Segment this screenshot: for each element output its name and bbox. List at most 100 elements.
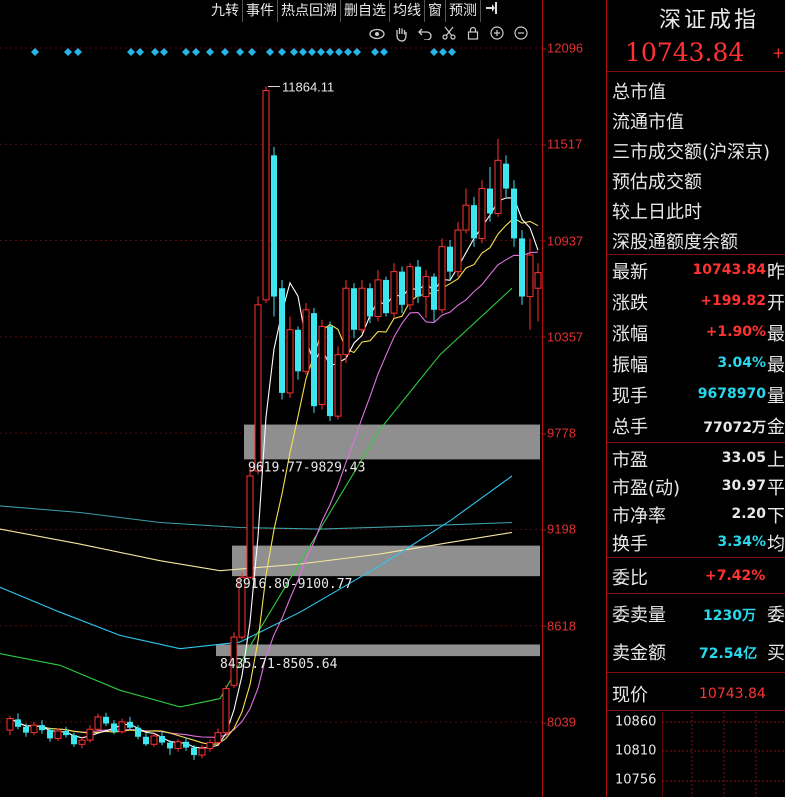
price-axis-tick: 12096 <box>541 40 584 56</box>
toolbar-moving-average[interactable]: 均线 <box>390 0 425 22</box>
candle-body-down <box>191 747 197 756</box>
candle-body-up <box>438 246 446 311</box>
quote-row-value: +199.82 <box>700 293 766 309</box>
candle-body-up <box>454 229 462 273</box>
kline-chart[interactable]: 11864.11 9619.77-9829.43 8916.80-9100.77 84… <box>0 0 542 797</box>
price-axis-tick: 11517 <box>541 136 583 152</box>
weimailiang-label: 委卖量 <box>612 605 666 626</box>
candle-body-up <box>198 747 206 756</box>
candle-body-down <box>167 742 173 749</box>
gap-range-label: 8916.80-9100.77 <box>235 577 352 592</box>
toolbar-forecast[interactable]: 预测 <box>446 0 481 22</box>
maijine-tail: 买 <box>767 643 785 664</box>
candle-body-down <box>63 730 69 736</box>
undo-icon[interactable] <box>416 26 434 46</box>
candle-body-up <box>494 159 502 214</box>
candle-body-up <box>206 742 214 749</box>
market-info-label: 预估成交额 <box>612 172 702 193</box>
candle-body-up <box>94 716 102 730</box>
toolbar-events[interactable]: 事件 <box>243 0 278 22</box>
quote-row-tail: 最 <box>767 324 785 345</box>
candle-body-down <box>487 188 493 214</box>
candle-body-up <box>374 279 382 317</box>
candle-body-down <box>447 246 453 272</box>
mini-intraday-chart[interactable] <box>662 712 785 797</box>
candle-body-up <box>358 287 366 331</box>
index-name: 深证成指 <box>659 8 760 33</box>
candle-body-up <box>526 254 534 298</box>
candle-body-up <box>54 730 62 739</box>
market-info-label: 较上日此时 <box>612 202 702 223</box>
high-price-label: 11864.11 <box>282 80 334 95</box>
xianjia-label: 现价 <box>612 685 648 706</box>
signal-diamond <box>317 48 325 56</box>
gap-zone <box>244 424 540 460</box>
signal-diamond <box>236 48 244 56</box>
signal-diamond <box>248 48 256 56</box>
candle-body-down <box>311 313 317 407</box>
candle-body-down <box>367 288 373 317</box>
signal-diamond <box>74 48 82 56</box>
toolbar-jiuzhuan[interactable]: 九转 <box>208 0 243 22</box>
candle-body-down <box>471 205 477 239</box>
quote-panel: 深证成指 10743.84 + 总市值 流通市值 三市成交额(沪深京) 预估成交额 较上… <box>606 0 785 797</box>
price-axis-tick: 8618 <box>542 618 576 634</box>
gap-range-label: 8435.71-8505.64 <box>220 657 338 672</box>
quote-row-label: 振幅 <box>612 355 648 376</box>
candle-body-down <box>511 188 517 239</box>
candle-body-up <box>262 90 270 301</box>
signal-diamond <box>344 48 352 56</box>
quote-row-tail: 金 <box>767 417 785 438</box>
quote-row-tail: 昨 <box>767 262 785 283</box>
candle-body-down <box>143 736 149 745</box>
quote-row-label: 市盈 <box>612 450 648 471</box>
signal-diamond <box>371 48 379 56</box>
quote-row-value: 3.34% <box>717 534 766 550</box>
signal-diamond <box>278 48 286 56</box>
quote-row-tail: 均 <box>767 534 785 555</box>
quote-row-value: 2.20 <box>731 506 766 522</box>
signal-diamond <box>266 48 274 56</box>
candle-body-up <box>222 688 230 734</box>
weimailiang-value: 1230万 <box>703 608 756 624</box>
signal-diamond <box>206 48 214 56</box>
price-axis-tick: 10937 <box>541 233 584 249</box>
candle-body-down <box>135 727 141 737</box>
market-info-label: 流通市值 <box>612 112 684 133</box>
quote-row-tail: 平 <box>767 478 785 499</box>
candle-body-down <box>327 326 333 417</box>
toolbar-remove-watchlist[interactable]: 删自选 <box>341 0 390 22</box>
quote-row-value: 33.05 <box>721 450 766 466</box>
signal-diamond <box>439 48 447 56</box>
signal-diamond <box>326 48 334 56</box>
toolbar-hot-review[interactable]: 热点回溯 <box>278 0 341 22</box>
kline-svg[interactable]: 11864.11 9619.77-9829.43 8916.80-9100.77 84… <box>0 0 542 797</box>
quote-row-label: 涨幅 <box>612 324 648 345</box>
price-axis-tick: 9198 <box>542 521 576 537</box>
toolbar-window[interactable]: 窗 <box>425 0 446 22</box>
candle-body-up <box>78 739 86 745</box>
candle-body-up <box>342 287 350 356</box>
market-info-label: 总市值 <box>612 82 666 103</box>
gap-zone <box>232 545 540 577</box>
zoom-in-icon[interactable] <box>488 26 506 46</box>
candle-body-down <box>399 271 405 305</box>
candle-body-down <box>71 735 77 745</box>
exit-icon[interactable] <box>481 0 503 22</box>
market-info-label: 三市成交额(沪深京) <box>612 142 771 163</box>
price-axis-tick: 9778 <box>542 425 576 441</box>
candle-body-up <box>478 188 486 239</box>
signal-diamond <box>192 48 200 56</box>
zoom-out-icon[interactable] <box>512 26 530 46</box>
candle-body-up <box>318 325 326 406</box>
candle-body-up <box>334 354 342 417</box>
signal-diamond <box>151 48 159 56</box>
lock-icon[interactable] <box>464 26 482 46</box>
hand-icon[interactable] <box>392 26 410 46</box>
candle-body-up <box>462 204 470 231</box>
quote-row-value: +1.90% <box>705 324 766 340</box>
scissors-icon[interactable] <box>440 26 458 46</box>
quote-row-label: 市净率 <box>612 506 666 527</box>
signal-diamond <box>290 48 298 56</box>
eye-icon[interactable] <box>368 26 386 46</box>
